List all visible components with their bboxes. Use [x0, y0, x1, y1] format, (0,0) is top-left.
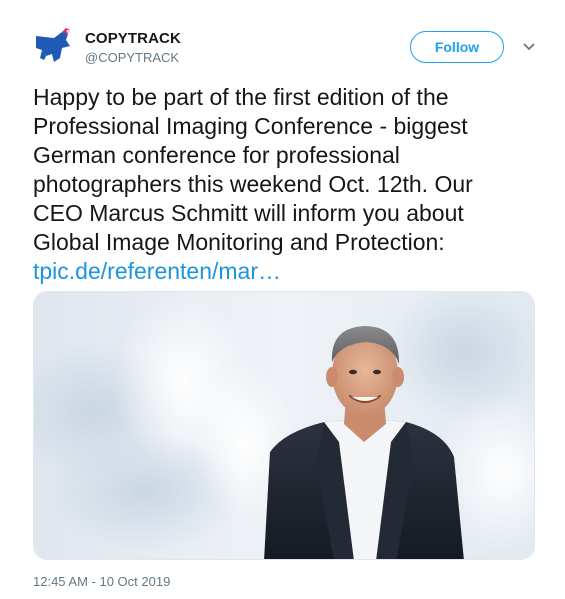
tweet-text-line: Global Image Monitoring and Protection: [33, 229, 445, 255]
tweet-text: Happy to be part of the first edition of… [33, 83, 533, 286]
tweet-text-line: Happy to be part of the first edition of… [33, 84, 449, 110]
copytrack-logo-icon [36, 28, 70, 62]
account-names: COPYTRACK @COPYTRACK [85, 30, 181, 67]
more-options-button[interactable] [522, 40, 536, 54]
tweet-text-line: German conference for professional [33, 142, 400, 168]
tweet-text-line: Professional Imaging Conference - bigges… [33, 113, 468, 139]
chevron-down-icon [523, 43, 535, 50]
display-name[interactable]: COPYTRACK [85, 30, 181, 48]
avatar[interactable] [32, 28, 74, 66]
tweet-header: COPYTRACK @COPYTRACK Follow [32, 28, 537, 76]
tweet-card: COPYTRACK @COPYTRACK Follow Happy to be … [0, 0, 565, 599]
tweet-timestamp[interactable]: 12:45 AM - 10 Oct 2019 [33, 574, 170, 590]
tweet-text-line: photographers this weekend Oct. 12th. Ou… [33, 171, 473, 197]
tweet-link[interactable]: tpic.de/referenten/mar… [33, 258, 281, 284]
photo-portrait [34, 292, 534, 559]
follow-button[interactable]: Follow [410, 31, 504, 63]
tweet-photo[interactable] [33, 291, 535, 560]
tweet-text-line: CEO Marcus Schmitt will inform you about [33, 200, 464, 226]
account-handle[interactable]: @COPYTRACK [85, 49, 181, 67]
